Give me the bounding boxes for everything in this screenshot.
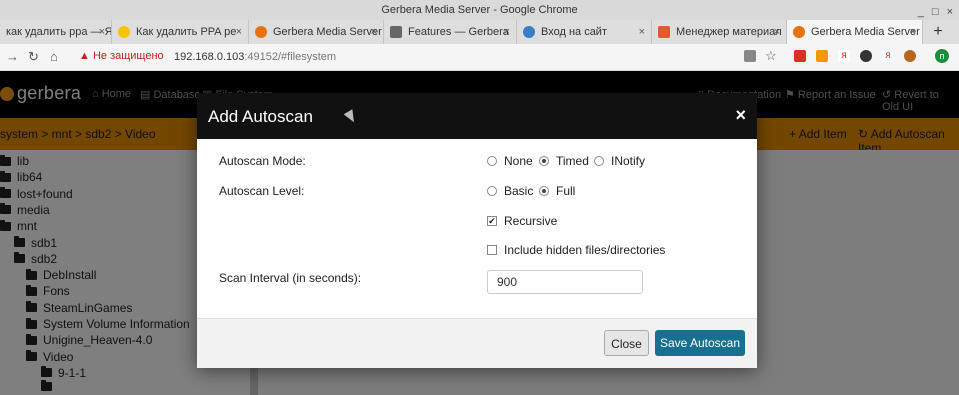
dialog-title: Add Autoscan [208,107,313,126]
bookmark-ext-icon[interactable] [794,50,806,62]
translate-icon[interactable] [744,50,756,62]
tab-title: Менеджер материал [676,26,782,38]
radio-input[interactable] [539,186,549,196]
close-button[interactable]: Close [604,330,649,356]
level-basic-radio[interactable]: Basic [487,184,533,198]
close-tab-icon[interactable]: × [99,26,105,38]
extension-icon[interactable] [816,50,828,62]
save-autoscan-button[interactable]: Save Autoscan [655,330,745,356]
address-bar: → ↻ ⌂ ▲ Не защищено 192.168.0.103:49152/… [0,44,959,71]
home-icon[interactable]: ⌂ [50,49,58,64]
joomla-icon [658,26,670,38]
security-warning[interactable]: ▲ Не защищено [79,50,164,62]
mode-timed-radio[interactable]: Timed [539,154,589,168]
url-host: 192.168.0.103 [174,51,245,63]
close-tab-icon[interactable]: × [774,26,780,38]
tab-1[interactable]: как удалить ppa — Я × [0,20,112,44]
radio-input[interactable] [487,186,497,196]
yandex-icon[interactable]: я [838,50,850,62]
yandex-icon-2[interactable]: я [882,50,894,62]
checkbox-input[interactable] [487,245,497,255]
gerbera-icon [793,26,805,38]
hidden-files-checkbox[interactable]: Include hidden files/directories [487,243,665,257]
window-title: Gerbera Media Server - Google Chrome [381,4,578,16]
tab-title: как удалить ppa — Я [6,26,112,38]
tab-title: Gerbera Media Server [273,26,382,38]
close-tab-icon[interactable]: × [639,26,645,38]
dialog-header: Add Autoscan × [197,93,757,139]
warning-icon: ▲ [79,50,93,62]
mode-none-radio[interactable]: None [487,154,533,168]
window-controls: _ □ × [918,2,953,22]
globe-icon [523,26,535,38]
new-tab-button[interactable]: + [928,20,948,44]
security-label: Не защищено [92,50,164,62]
url-path: :49152/#filesystem [244,51,337,63]
scan-interval-input[interactable] [487,270,643,294]
tab-6[interactable]: Менеджер материал × [652,20,787,44]
radio-input[interactable] [487,156,497,166]
tab-5[interactable]: Вход на сайт × [517,20,652,44]
mode-inotify-radio[interactable]: INotify [594,154,645,168]
level-full-radio[interactable]: Full [539,184,575,198]
document-icon [390,26,402,38]
url-field[interactable]: 192.168.0.103:49152/#filesystem [174,51,336,63]
tab-title: Features — Gerbera [408,26,509,38]
tab-title: Вход на сайт [541,26,607,38]
profile-avatar[interactable]: п [935,49,949,63]
extension-icon-2[interactable] [860,50,872,62]
tab-title: Gerbera Media Server [811,26,920,38]
recursive-checkbox[interactable]: ✔ Recursive [487,214,557,228]
autoscan-mode-label: Autoscan Mode: [219,154,306,168]
close-icon[interactable]: × [735,105,746,126]
radio-input[interactable] [539,156,549,166]
reload-icon[interactable]: ↻ [28,49,39,65]
browser-tab-strip: как удалить ppa — Я × Как удалить PPA ре… [0,20,959,44]
dialog-footer: Close Save Autoscan [197,318,757,368]
tab-3[interactable]: Gerbera Media Server × [249,20,384,44]
close-tab-icon[interactable]: × [371,26,377,38]
scan-interval-label: Scan Interval (in seconds): [219,271,362,285]
mouse-cursor-icon [343,109,359,125]
tab-4[interactable]: Features — Gerbera × [384,20,517,44]
radio-input[interactable] [594,156,604,166]
window-titlebar: Gerbera Media Server - Google Chrome _ □… [0,0,959,20]
add-autoscan-dialog: Add Autoscan × Autoscan Mode: None Timed… [197,93,757,368]
close-window-button[interactable]: × [947,2,953,22]
close-tab-icon[interactable]: × [504,26,510,38]
checkbox-input[interactable]: ✔ [487,216,497,226]
autoscan-level-label: Autoscan Level: [219,184,305,198]
close-tab-icon[interactable]: × [910,26,916,38]
gerbera-icon [255,26,267,38]
tab-7-active[interactable]: Gerbera Media Server × [787,20,923,44]
close-tab-icon[interactable]: × [236,26,242,38]
tab-2[interactable]: Как удалить PPA ре × [112,20,249,44]
bookmark-star-icon[interactable]: ☆ [765,48,777,64]
minimize-button[interactable]: _ [918,2,924,22]
bulb-icon [118,26,130,38]
tab-title: Как удалить PPA ре [136,26,237,38]
maximize-button[interactable]: □ [932,2,939,22]
extension-icon-3[interactable] [904,50,916,62]
forward-icon[interactable]: → [6,49,19,64]
